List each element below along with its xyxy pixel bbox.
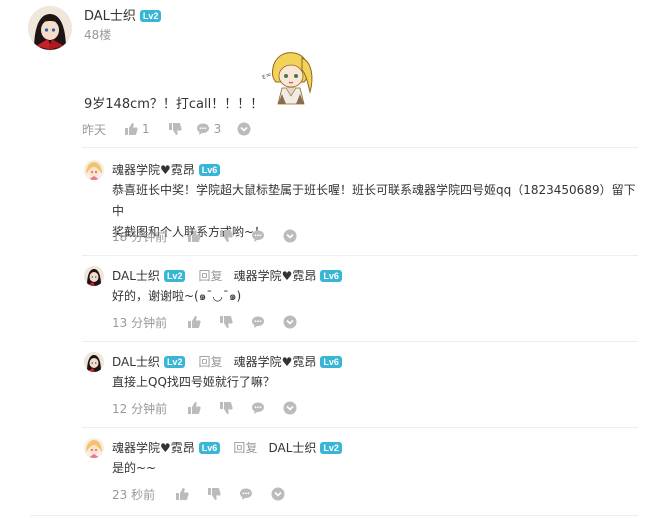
reply-author: 魂器学院♥霓昂 Lv6: [112, 161, 221, 178]
reply-actions: 18 分钟前: [112, 228, 297, 244]
username[interactable]: 魂器学院♥霓昂: [112, 163, 195, 177]
reply-content: 直接上QQ找四号姬就行了嘛？: [112, 375, 275, 389]
thumb-up-icon[interactable]: [187, 229, 201, 243]
reply-author: DAL士织 Lv2 回复 魂器学院♥霓昂 Lv6: [112, 353, 342, 370]
level-badge: Lv2: [139, 9, 162, 22]
level-badge: Lv6: [320, 269, 342, 282]
level-badge: Lv2: [163, 269, 186, 282]
thumb-down-icon[interactable]: [168, 122, 182, 136]
post-author: DAL士织 Lv2: [84, 6, 162, 26]
reply-time: 12 分钟前: [112, 401, 168, 416]
post-content: 9岁148cm？！打call！！！！: [84, 97, 264, 112]
username[interactable]: 魂器学院♥霓昂: [112, 441, 195, 455]
avatar[interactable]: [84, 266, 104, 286]
like-count: 1: [142, 122, 150, 136]
svg-text:ε=: ε=: [261, 70, 273, 81]
chevron-down-icon[interactable]: [237, 122, 251, 136]
post-actions: 昨天 1 3: [82, 121, 251, 137]
reply-content-line: 恭喜班长中奖！学院超大鼠标垫属于班长喔！班长可联系魂器学院四号姬qq（18234…: [112, 183, 636, 218]
reply-actions: 13 分钟前: [112, 314, 297, 330]
comment-icon[interactable]: [251, 315, 265, 329]
floor-number: 48楼: [84, 28, 112, 42]
reply-time: 18 分钟前: [112, 229, 168, 244]
reply-time: 13 分钟前: [112, 315, 168, 330]
reply-to-username[interactable]: 魂器学院♥霓昂: [234, 269, 317, 283]
level-badge: Lv2: [163, 355, 186, 368]
reply-label: 回复: [198, 355, 223, 369]
chevron-down-icon[interactable]: [271, 487, 285, 501]
chevron-down-icon[interactable]: [283, 229, 297, 243]
thumb-down-icon[interactable]: [219, 315, 233, 329]
reply-author: 魂器学院♥霓昂 Lv6 回复 DAL士织 Lv2: [112, 439, 342, 456]
emoji-sticker: ε=: [258, 48, 320, 110]
divider: [30, 515, 638, 516]
username[interactable]: DAL士织: [84, 9, 136, 24]
comment-icon[interactable]: [251, 401, 265, 415]
reply-label: 回复: [233, 441, 258, 455]
username[interactable]: DAL士织: [112, 269, 160, 283]
level-badge: Lv6: [320, 355, 342, 368]
divider: [82, 147, 638, 148]
reply-content: 是的~~: [112, 461, 157, 475]
level-badge: Lv6: [198, 441, 221, 454]
reply-label: 回复: [198, 269, 223, 283]
chevron-down-icon[interactable]: [283, 315, 297, 329]
avatar[interactable]: [84, 160, 104, 180]
thumb-down-icon[interactable]: [207, 487, 221, 501]
reply-to-username[interactable]: DAL士织: [268, 441, 316, 455]
avatar[interactable]: [84, 438, 104, 458]
comment-count: 3: [213, 122, 222, 136]
thumb-down-icon[interactable]: [219, 401, 233, 415]
thumb-up-icon[interactable]: [187, 315, 201, 329]
post-time: 昨天: [82, 122, 107, 137]
thumb-up-icon[interactable]: [187, 401, 201, 415]
avatar[interactable]: [28, 6, 72, 50]
comment-icon[interactable]: [251, 229, 265, 243]
level-badge: Lv2: [320, 441, 342, 454]
reply-time: 23 秒前: [112, 487, 156, 502]
divider: [82, 341, 638, 342]
thumb-up-icon[interactable]: [175, 487, 189, 501]
reply-actions: 12 分钟前: [112, 400, 297, 416]
comment-icon[interactable]: [196, 122, 210, 136]
reply-actions: 23 秒前: [112, 486, 285, 502]
reply-to-username[interactable]: 魂器学院♥霓昂: [234, 355, 317, 369]
divider: [82, 255, 638, 256]
reply-content: 好的，谢谢啦~(๑¯◡¯๑): [112, 289, 242, 303]
thumb-down-icon[interactable]: [219, 229, 233, 243]
divider: [82, 427, 638, 428]
comment-icon[interactable]: [239, 487, 253, 501]
level-badge: Lv6: [198, 163, 221, 176]
username[interactable]: DAL士织: [112, 355, 160, 369]
chevron-down-icon[interactable]: [283, 401, 297, 415]
thumb-up-icon[interactable]: [124, 122, 138, 136]
reply-author: DAL士织 Lv2 回复 魂器学院♥霓昂 Lv6: [112, 267, 342, 284]
avatar[interactable]: [84, 352, 104, 372]
